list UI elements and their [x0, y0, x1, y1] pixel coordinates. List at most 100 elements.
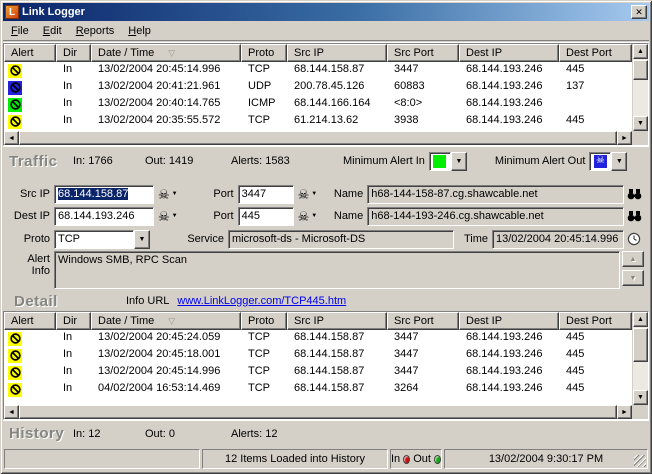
history-summary: History In: 12 Out: 0 Alerts: 12 [3, 420, 649, 446]
traffic-alerts-count: Alerts: 1583 [231, 155, 290, 167]
chevron-down-icon: ▼ [311, 191, 318, 197]
src-ip-skull-dropdown[interactable]: ☠ ▼ [158, 188, 178, 201]
prohibition-icon [8, 97, 22, 112]
dropdown-button[interactable]: ▼ [611, 151, 628, 171]
dest-ip-label: Dest IP [13, 210, 50, 222]
status-bar: 12 Items Loaded into History In Out 13/0… [3, 446, 649, 470]
menu-reports[interactable]: Reports [69, 23, 122, 39]
alert-level-swatch [433, 154, 447, 168]
scroll-up-button[interactable]: ▲ [633, 44, 648, 59]
scroll-up-button[interactable]: ▲ [633, 312, 648, 327]
table-row[interactable]: In 13/02/2004 20:45:14.996 TCP 68.144.15… [4, 364, 632, 381]
src-port-skull-dropdown[interactable]: ☠ ▼ [298, 188, 318, 201]
scrollbar-thumb[interactable] [633, 60, 648, 80]
dest-ip-field[interactable]: 68.144.193.246 [54, 206, 154, 226]
scroll-right-button[interactable]: ► [617, 405, 632, 419]
menu-help[interactable]: Help [121, 23, 158, 39]
col-proto[interactable]: Proto [241, 312, 287, 330]
src-name-lookup-button[interactable] [624, 188, 644, 200]
scroll-down-icon: ▼ [629, 274, 637, 282]
scroll-left-button[interactable]: ◄ [4, 131, 19, 145]
table-row[interactable]: In 13/02/2004 20:41:21.961 UDP 200.78.45… [4, 79, 632, 96]
dest-name-field: h68-144-193-246.cg.shawcable.net [367, 206, 624, 226]
dropdown-button[interactable]: ▼ [134, 229, 150, 249]
min-alert-out-combo[interactable]: ☠ ▼ [589, 151, 628, 171]
table-row[interactable]: In 13/02/2004 20:45:14.996 TCP 68.144.15… [4, 62, 632, 79]
resize-grip[interactable] [634, 455, 646, 467]
src-ip-label: Src IP [20, 188, 50, 200]
skull-icon: ☠ [595, 155, 605, 166]
scroll-right-button[interactable]: ► [617, 131, 632, 145]
prohibition-icon [8, 331, 22, 346]
clock-button[interactable] [624, 232, 644, 246]
col-proto[interactable]: Proto [241, 44, 287, 62]
prohibition-icon [8, 114, 22, 129]
dest-port-skull-dropdown[interactable]: ☠ ▼ [298, 210, 318, 223]
table-row[interactable]: In 13/02/2004 20:40:14.765 ICMP 68.144.1… [4, 96, 632, 113]
dest-ip-skull-dropdown[interactable]: ☠ ▼ [158, 210, 178, 223]
history-table: Alert Dir Date / Time ▽ Proto Src IP Src … [3, 311, 649, 420]
table-row[interactable]: In 13/02/2004 20:45:18.001 TCP 68.144.15… [4, 347, 632, 364]
horizontal-scrollbar[interactable]: ◄ ► [4, 405, 632, 419]
info-url-label: Info URL [126, 295, 170, 307]
detail-label: Detail [14, 292, 58, 310]
table-row[interactable]: In 13/02/2004 20:45:24.059 TCP 68.144.15… [4, 330, 632, 347]
traffic-table-header: Alert Dir Date / Time ▽ Proto Src IP Src … [4, 44, 632, 62]
scroll-right-icon: ► [621, 134, 628, 142]
dest-port-field[interactable]: 445 [237, 206, 294, 226]
col-alert[interactable]: Alert [4, 312, 56, 330]
menu-file[interactable]: File [4, 23, 36, 39]
in-led-label: In [391, 453, 401, 465]
col-dest-port[interactable]: Dest Port [559, 44, 632, 62]
scrollbar-thumb[interactable] [19, 405, 617, 419]
col-src-ip[interactable]: Src IP [287, 44, 387, 62]
col-src-port[interactable]: Src Port [387, 312, 459, 330]
chevron-down-icon: ▼ [171, 213, 178, 219]
scroll-down-button[interactable]: ▼ [622, 270, 644, 286]
src-port-field[interactable]: 3447 [237, 184, 294, 204]
dest-name-lookup-button[interactable] [624, 210, 644, 222]
out-led-label: Out [413, 453, 431, 465]
src-name-field: h68-144-158-87.cg.shawcable.net [367, 184, 624, 204]
col-alert[interactable]: Alert [4, 44, 56, 62]
src-ip-field[interactable]: 68.144.158.87 [54, 184, 154, 204]
scroll-left-icon: ◄ [8, 134, 15, 142]
col-dest-ip[interactable]: Dest IP [459, 312, 559, 330]
table-row[interactable]: In 04/02/2004 16:53:14.469 TCP 68.144.15… [4, 381, 632, 398]
vertical-scrollbar[interactable]: ▲ ▼ [632, 44, 648, 145]
alert-level-swatch: ☠ [593, 154, 607, 168]
scrollbar-thumb[interactable] [19, 131, 617, 145]
table-row[interactable]: In 13/02/2004 20:35:55.572 TCP 61.214.13… [4, 113, 632, 130]
history-alerts-count: Alerts: 12 [231, 427, 278, 440]
info-url-link[interactable]: www.LinkLogger.com/TCP445.htm [177, 295, 346, 307]
dropdown-button[interactable]: ▼ [450, 151, 467, 171]
scroll-left-button[interactable]: ◄ [4, 405, 19, 419]
horizontal-scrollbar[interactable]: ◄ ► [4, 131, 632, 145]
vertical-scrollbar[interactable]: ▲ ▼ [632, 312, 648, 419]
alert-info-scrollbar[interactable]: ▲ ▼ [622, 251, 644, 286]
scrollbar-thumb[interactable] [633, 328, 648, 362]
status-message: 12 Items Loaded into History [202, 449, 388, 469]
scroll-up-button[interactable]: ▲ [622, 251, 644, 267]
col-dir[interactable]: Dir [56, 312, 91, 330]
scroll-down-button[interactable]: ▼ [633, 390, 648, 405]
col-dest-ip[interactable]: Dest IP [459, 44, 559, 62]
scroll-left-icon: ◄ [8, 408, 15, 416]
skull-icon: ☠ [158, 208, 170, 224]
col-datetime[interactable]: Date / Time ▽ [91, 44, 241, 62]
col-dest-port[interactable]: Dest Port [559, 312, 632, 330]
prohibition-icon [8, 348, 22, 363]
col-datetime[interactable]: Date / Time ▽ [91, 312, 241, 330]
min-alert-in-combo[interactable]: ▼ [428, 151, 467, 171]
col-src-port[interactable]: Src Port [387, 44, 459, 62]
proto-combo[interactable]: TCP ▼ [54, 229, 150, 249]
menu-edit[interactable]: Edit [36, 23, 69, 39]
traffic-in-count: In: 1766 [73, 155, 113, 167]
col-src-ip[interactable]: Src IP [287, 312, 387, 330]
close-button[interactable]: ✕ [631, 5, 647, 19]
prohibition-icon [8, 63, 22, 78]
scroll-down-button[interactable]: ▼ [633, 116, 648, 131]
col-dir[interactable]: Dir [56, 44, 91, 62]
in-led-icon [403, 454, 411, 464]
traffic-table: Alert Dir Date / Time ▽ Proto Src IP Src … [3, 43, 649, 146]
